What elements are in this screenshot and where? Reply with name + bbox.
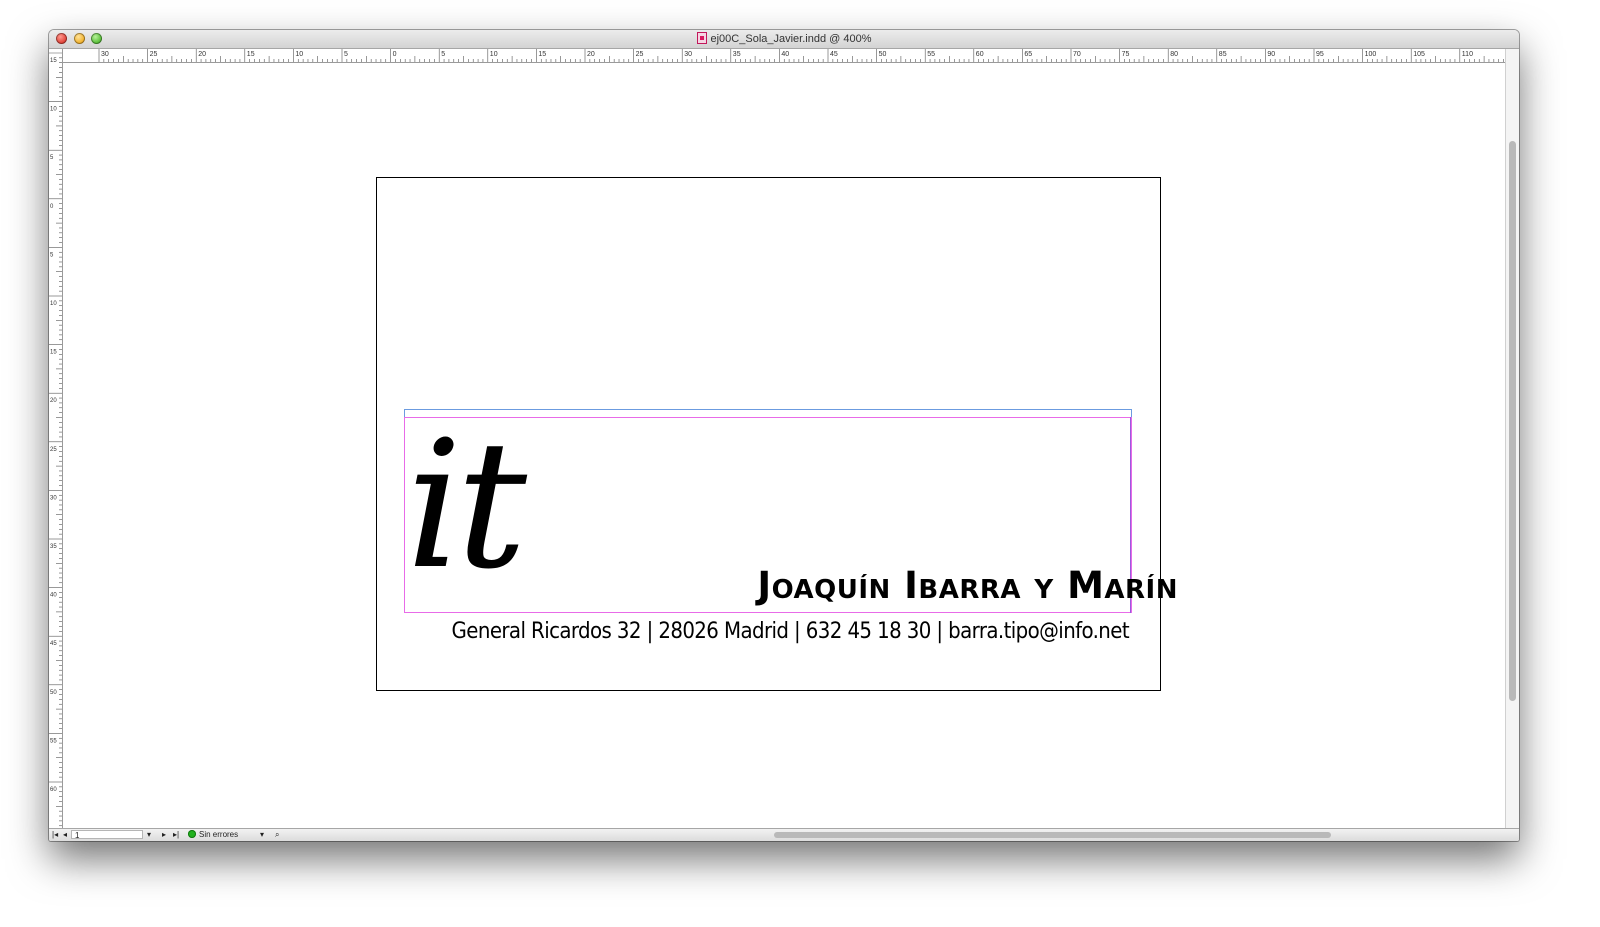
previous-page-icon[interactable]: ◂	[63, 829, 67, 841]
ruler-label: 5	[50, 155, 54, 161]
ruler-label: 50	[50, 690, 57, 696]
ruler-label: 70	[1073, 51, 1081, 58]
horizontal-ruler[interactable]: 30 25 20 15 10 5 0 5 10 15 20 25 30 35 40 45 50 55 60 65 70 7…	[62, 49, 1506, 63]
ruler-label: 60	[50, 787, 57, 793]
ruler-label: 45	[50, 641, 57, 647]
ruler-label: 15	[50, 350, 57, 356]
ruler-label: 50	[879, 51, 887, 58]
ruler-label: 95	[1316, 51, 1324, 58]
ruler-label: 0	[393, 51, 397, 58]
page-menu-chevron-down-icon[interactable]: ▾	[147, 829, 151, 841]
ruler-label: 90	[1267, 51, 1275, 58]
ruler-label: 20	[198, 51, 206, 58]
ruler-label: 10	[295, 51, 303, 58]
ruler-label: 10	[50, 107, 57, 113]
horizontal-ruler-ticks: 30 25 20 15 10 5 0 5 10 15 20 25 30 35 40 45 50 55 60 65 70 7…	[98, 49, 1504, 62]
ruler-label: 15	[538, 51, 546, 58]
ruler-label: 10	[490, 51, 498, 58]
ruler-label: 45	[830, 51, 838, 58]
ruler-label: 10	[50, 301, 57, 307]
ruler-label: 75	[1122, 51, 1130, 58]
ruler-label: 85	[1219, 51, 1227, 58]
indesign-document-icon	[696, 32, 707, 44]
ruler-label: 5	[50, 252, 54, 258]
ruler-label: 35	[733, 51, 741, 58]
logo-text[interactable]: it	[406, 418, 527, 594]
ruler-label: 0	[50, 204, 54, 210]
horizontal-scroll-thumb[interactable]	[774, 832, 1331, 838]
vertical-scrollbar[interactable]	[1505, 49, 1519, 829]
business-card-address[interactable]: General Ricardos 32 | 28026 Madrid | 632…	[407, 621, 1130, 643]
ruler-label: 25	[50, 447, 57, 453]
preflight-label: Sin errores	[199, 830, 239, 839]
ruler-label: 20	[587, 51, 595, 58]
ruler-label: 20	[50, 398, 57, 404]
ruler-label: 100	[1365, 51, 1377, 58]
ruler-label: 105	[1413, 51, 1425, 58]
window-title-area: ej00C_Sola_Javier.indd @ 400%	[49, 32, 1519, 46]
ruler-label: 55	[50, 738, 57, 744]
indesign-document-window: ej00C_Sola_Javier.indd @ 400% 30 25 20 15 10…	[49, 30, 1519, 841]
ruler-label: 30	[684, 51, 692, 58]
business-card-name[interactable]: Joaquín Ibarra y Marín	[757, 567, 1178, 604]
ruler-label: 5	[344, 51, 348, 58]
last-page-icon[interactable]: ▸|	[173, 829, 179, 841]
ruler-label: 30	[101, 51, 109, 58]
ruler-label: 5	[441, 51, 445, 58]
preflight-menu-chevron-down-icon[interactable]: ▾	[260, 829, 264, 841]
ruler-label: 65	[1024, 51, 1032, 58]
ruler-label: 15	[247, 51, 255, 58]
ruler-label: 15	[50, 58, 57, 64]
preflight-status[interactable]: Sin errores	[188, 829, 238, 841]
ruler-label: 80	[1170, 51, 1178, 58]
status-bar: |◂ ◂ 1 ▾ ▸ ▸| Sin errores ▾ ⌕	[49, 828, 1519, 841]
ruler-label: 35	[50, 544, 57, 550]
vertical-ruler[interactable]: 15 10 5 0 5 10 15 20 25 30 35 40 45 50 55 60	[49, 49, 63, 829]
window-title: ej00C_Sola_Javier.indd @ 400%	[710, 33, 872, 45]
vertical-ruler-ticks: 15105051015202530354045505560	[49, 52, 62, 827]
ruler-label: 30	[50, 495, 57, 501]
open-file-icon[interactable]: ⌕	[275, 829, 279, 841]
next-page-icon[interactable]: ▸	[162, 829, 166, 841]
ruler-label: 60	[976, 51, 984, 58]
first-page-icon[interactable]: |◂	[52, 829, 58, 841]
vertical-scroll-thumb[interactable]	[1509, 141, 1516, 701]
page-number-field[interactable]: 1	[71, 830, 143, 840]
ruler-label: 25	[150, 51, 158, 58]
ruler-label: 25	[636, 51, 644, 58]
ruler-label: 40	[50, 593, 57, 599]
ruler-label: 55	[927, 51, 935, 58]
preflight-ok-icon	[188, 830, 196, 838]
ruler-label: 40	[781, 51, 789, 58]
title-bar[interactable]: ej00C_Sola_Javier.indd @ 400%	[49, 30, 1519, 49]
ruler-label: 110	[1462, 51, 1473, 58]
